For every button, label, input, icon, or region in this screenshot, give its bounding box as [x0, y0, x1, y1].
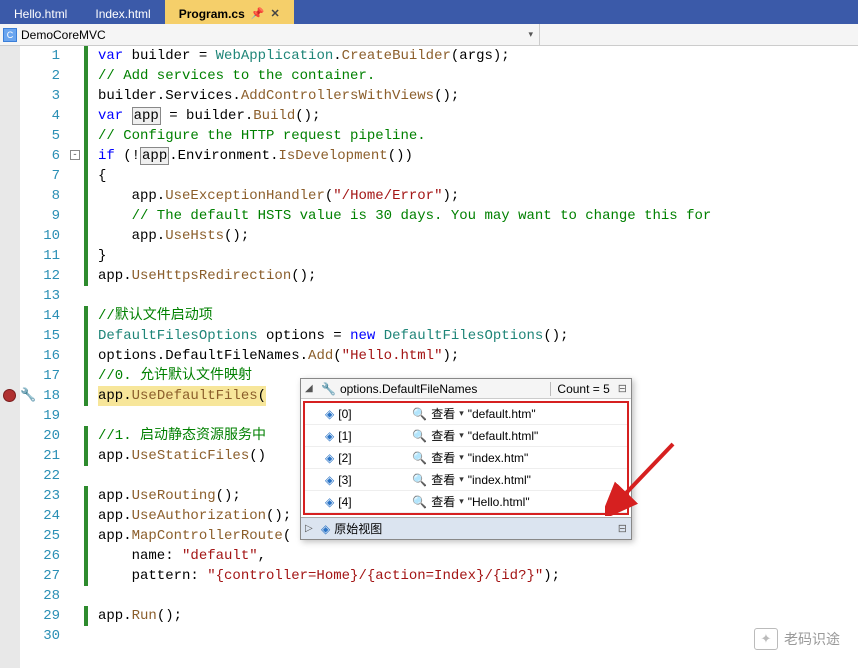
close-icon[interactable]: ✕ [270, 7, 279, 20]
tab-hello[interactable]: Hello.html [0, 0, 81, 24]
watch-value: "default.html" [468, 429, 539, 443]
cube-icon: ◈ [325, 473, 334, 487]
watch-value: "default.htm" [468, 407, 536, 421]
watch-view-label: 查看 [431, 493, 455, 510]
code-line[interactable]: { [98, 168, 106, 184]
chevron-down-icon[interactable]: ▾ [459, 408, 464, 419]
code-line[interactable]: options.DefaultFileNames.Add("Hello.html… [98, 348, 459, 364]
watch-value: "index.html" [468, 473, 531, 487]
watch-value: "Hello.html" [468, 495, 530, 509]
scope-label: DemoCoreMVC [21, 28, 106, 42]
watch-view-label: 查看 [431, 471, 455, 488]
scope-dropdown[interactable]: C DemoCoreMVC ▾ [0, 24, 540, 45]
chevron-down-icon[interactable]: ▾ [459, 496, 464, 507]
wrench-icon: 🔧 [321, 382, 336, 396]
code-line[interactable]: } [98, 248, 106, 264]
magnifier-icon[interactable]: 🔍 [412, 407, 427, 421]
watch-items: ◈ [0] 🔍 查看 ▾ "default.htm" ◈ [1] 🔍 查看 ▾ "default.ht… [303, 401, 629, 515]
cube-icon: ◈ [325, 429, 334, 443]
code-line[interactable]: //1. 启动静态资源服务中 [98, 428, 266, 444]
watch-index: [0] [338, 407, 408, 421]
code-line[interactable]: builder.Services.AddControllersWithViews… [98, 88, 459, 104]
watch-count: Count = 5 [550, 382, 609, 396]
watch-index: [3] [338, 473, 408, 487]
watch-item[interactable]: ◈ [2] 🔍 查看 ▾ "index.htm" [305, 447, 627, 469]
watch-raw-label: 原始视图 [334, 520, 382, 537]
watch-header: ◢ 🔧 options.DefaultFileNames Count = 5 ⊟ [301, 379, 631, 399]
watch-raw-row[interactable]: ▷ ◈ 原始视图 ⊟ [301, 517, 631, 539]
pin-icon[interactable]: 📌 [251, 7, 265, 20]
code-line[interactable]: if (!app.Environment.IsDevelopment()) [98, 148, 413, 164]
tab-label: Hello.html [14, 7, 67, 21]
watermark-text: 老码识途 [784, 629, 840, 649]
nav-strip: C DemoCoreMVC ▾ [0, 24, 858, 46]
code-line[interactable]: app.UseAuthorization(); [98, 508, 291, 524]
code-line[interactable]: var app = builder.Build(); [98, 108, 321, 124]
code-line[interactable]: name: "default", [98, 548, 266, 564]
chevron-down-icon[interactable]: ▾ [459, 430, 464, 441]
fold-toggle-icon[interactable]: - [70, 150, 80, 160]
csharp-icon: C [3, 28, 17, 42]
watch-index: [2] [338, 451, 408, 465]
tab-bar: Hello.html Index.html Program.cs 📌 ✕ [0, 0, 858, 24]
editor: 1234567891011121314151617181920212223242… [0, 46, 858, 668]
code-line[interactable]: pattern: "{controller=Home}/{action=Inde… [98, 568, 560, 584]
chevron-down-icon: ▾ [528, 29, 539, 40]
watch-view-label: 查看 [431, 405, 455, 422]
member-dropdown[interactable] [540, 24, 858, 45]
magnifier-icon[interactable]: 🔍 [412, 473, 427, 487]
chevron-down-icon[interactable]: ▾ [459, 474, 464, 485]
tab-program[interactable]: Program.cs 📌 ✕ [165, 0, 294, 24]
watch-item[interactable]: ◈ [3] 🔍 查看 ▾ "index.html" [305, 469, 627, 491]
tab-index[interactable]: Index.html [81, 0, 164, 24]
code-line[interactable]: // The default HSTS value is 30 days. Yo… [98, 208, 711, 224]
pin-icon[interactable]: ⊟ [618, 522, 627, 535]
watermark: ✦ 老码识途 [754, 628, 840, 650]
watch-expression: options.DefaultFileNames [340, 382, 546, 396]
watch-view-label: 查看 [431, 427, 455, 444]
cube-icon: ◈ [325, 451, 334, 465]
code-line[interactable]: app.UseHsts(); [98, 228, 249, 244]
code-area[interactable]: var builder = WebApplication.CreateBuild… [84, 46, 858, 668]
code-line[interactable]: DefaultFilesOptions options = new Defaul… [98, 328, 569, 344]
watch-value: "index.htm" [468, 451, 529, 465]
magnifier-icon[interactable]: 🔍 [412, 451, 427, 465]
watch-index: [4] [338, 495, 408, 509]
code-line[interactable]: app.UseDefaultFiles( [98, 388, 266, 404]
wrench-icon[interactable]: 🔧 [20, 388, 36, 403]
code-line[interactable]: app.MapControllerRoute( [98, 528, 291, 544]
watch-view-label: 查看 [431, 449, 455, 466]
code-line[interactable]: //默认文件启动项 [98, 308, 213, 324]
code-line[interactable]: var builder = WebApplication.CreateBuild… [98, 48, 510, 64]
code-line[interactable]: app.Run(); [98, 608, 182, 624]
expand-icon[interactable]: ◢ [305, 383, 317, 394]
tab-label: Index.html [95, 7, 150, 21]
cube-icon: ◈ [321, 522, 330, 536]
cube-icon: ◈ [325, 407, 334, 421]
code-line[interactable]: app.UseHttpsRedirection(); [98, 268, 316, 284]
code-line[interactable]: //0. 允许默认文件映射 [98, 368, 252, 384]
watch-popup: ◢ 🔧 options.DefaultFileNames Count = 5 ⊟… [300, 378, 632, 540]
cube-icon: ◈ [325, 495, 334, 509]
watch-index: [1] [338, 429, 408, 443]
chevron-down-icon[interactable]: ▾ [459, 452, 464, 463]
magnifier-icon[interactable]: 🔍 [412, 429, 427, 443]
code-line[interactable]: app.UseExceptionHandler("/Home/Error"); [98, 188, 459, 204]
magnifier-icon[interactable]: 🔍 [412, 495, 427, 509]
tab-label: Program.cs [179, 7, 245, 21]
watch-item[interactable]: ◈ [0] 🔍 查看 ▾ "default.htm" [305, 403, 627, 425]
line-number-gutter: 1234567891011121314151617181920212223242… [20, 46, 70, 668]
code-line[interactable]: // Add services to the container. [98, 68, 375, 84]
expand-icon[interactable]: ▷ [305, 523, 317, 534]
wechat-icon: ✦ [754, 628, 778, 650]
pin-icon[interactable]: ⊟ [614, 382, 627, 395]
breakpoint-gutter[interactable] [0, 46, 20, 668]
breakpoint-icon[interactable] [3, 389, 16, 402]
fold-gutter[interactable]: - [70, 46, 84, 668]
code-line[interactable]: app.UseRouting(); [98, 488, 241, 504]
watch-item[interactable]: ◈ [4] 🔍 查看 ▾ "Hello.html" [305, 491, 627, 513]
watch-item[interactable]: ◈ [1] 🔍 查看 ▾ "default.html" [305, 425, 627, 447]
code-line[interactable]: app.UseStaticFiles() [98, 448, 266, 464]
code-line[interactable]: // Configure the HTTP request pipeline. [98, 128, 426, 144]
